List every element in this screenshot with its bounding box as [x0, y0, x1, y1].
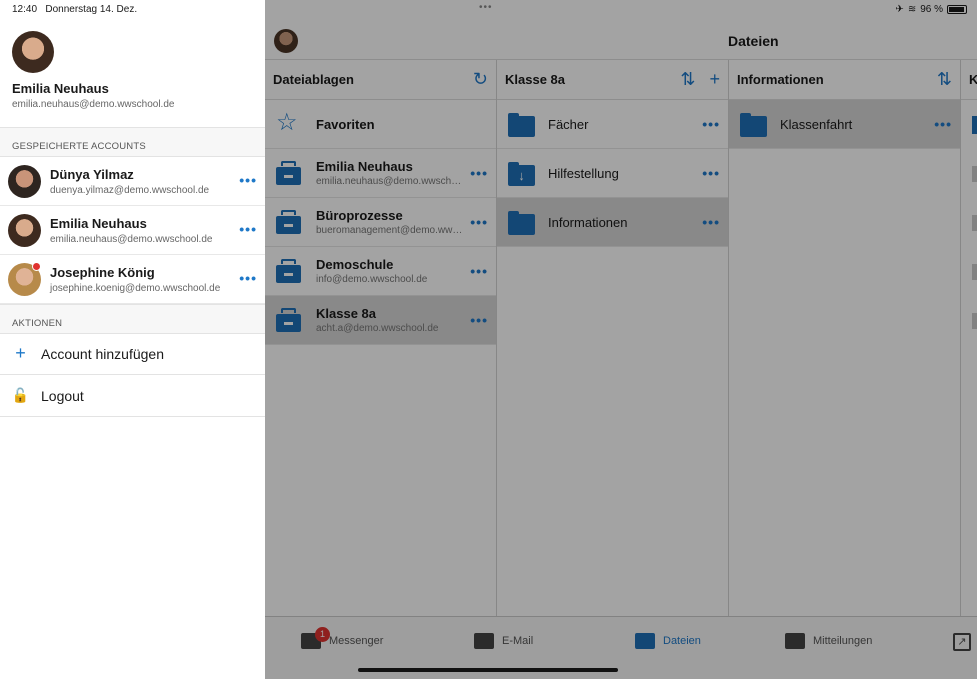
actions-header: AKTIONEN [0, 304, 265, 334]
dim-overlay[interactable] [265, 0, 977, 679]
account-email: emilia.neuhaus@demo.wwschool.de [50, 234, 213, 245]
account-row[interactable]: Josephine König josephine.koenig@demo.ww… [0, 255, 265, 304]
avatar [8, 214, 41, 247]
notification-dot [32, 262, 41, 271]
account-email: josephine.koenig@demo.wwschool.de [50, 283, 221, 294]
account-panel: 12:40 Donnerstag 14. Dez. Emilia Neuhaus… [0, 0, 265, 679]
more-icon[interactable]: ••• [239, 270, 257, 286]
account-row[interactable]: Emilia Neuhaus emilia.neuhaus@demo.wwsch… [0, 206, 265, 255]
add-account-button[interactable]: + Account hinzufügen [0, 333, 265, 375]
account-name: Emilia Neuhaus [50, 216, 147, 231]
plus-icon: + [15, 343, 26, 363]
action-label: Account hinzufügen [41, 345, 164, 362]
more-icon[interactable]: ••• [239, 221, 257, 237]
account-email: duenya.yilmaz@demo.wwschool.de [50, 185, 210, 196]
more-icon[interactable]: ••• [239, 172, 257, 188]
saved-accounts-header: GESPEICHERTE ACCOUNTS [0, 127, 265, 157]
current-user-avatar [12, 31, 54, 73]
status-bar-left: 12:40 Donnerstag 14. Dez. [12, 4, 137, 15]
date: Donnerstag 14. Dez. [45, 4, 138, 15]
avatar [8, 165, 41, 198]
current-user-email: emilia.neuhaus@demo.wwschool.de [12, 99, 175, 110]
account-name: Josephine König [50, 265, 155, 280]
logout-button[interactable]: 🔓 Logout [0, 375, 265, 417]
clock: 12:40 [12, 4, 38, 15]
account-name: Dünya Yilmaz [50, 167, 134, 182]
action-label: Logout [41, 387, 84, 404]
account-row[interactable]: Dünya Yilmaz duenya.yilmaz@demo.wwschool… [0, 157, 265, 206]
current-user-name: Emilia Neuhaus [12, 81, 109, 96]
home-indicator[interactable] [358, 668, 618, 672]
lock-icon: 🔓 [11, 387, 30, 403]
